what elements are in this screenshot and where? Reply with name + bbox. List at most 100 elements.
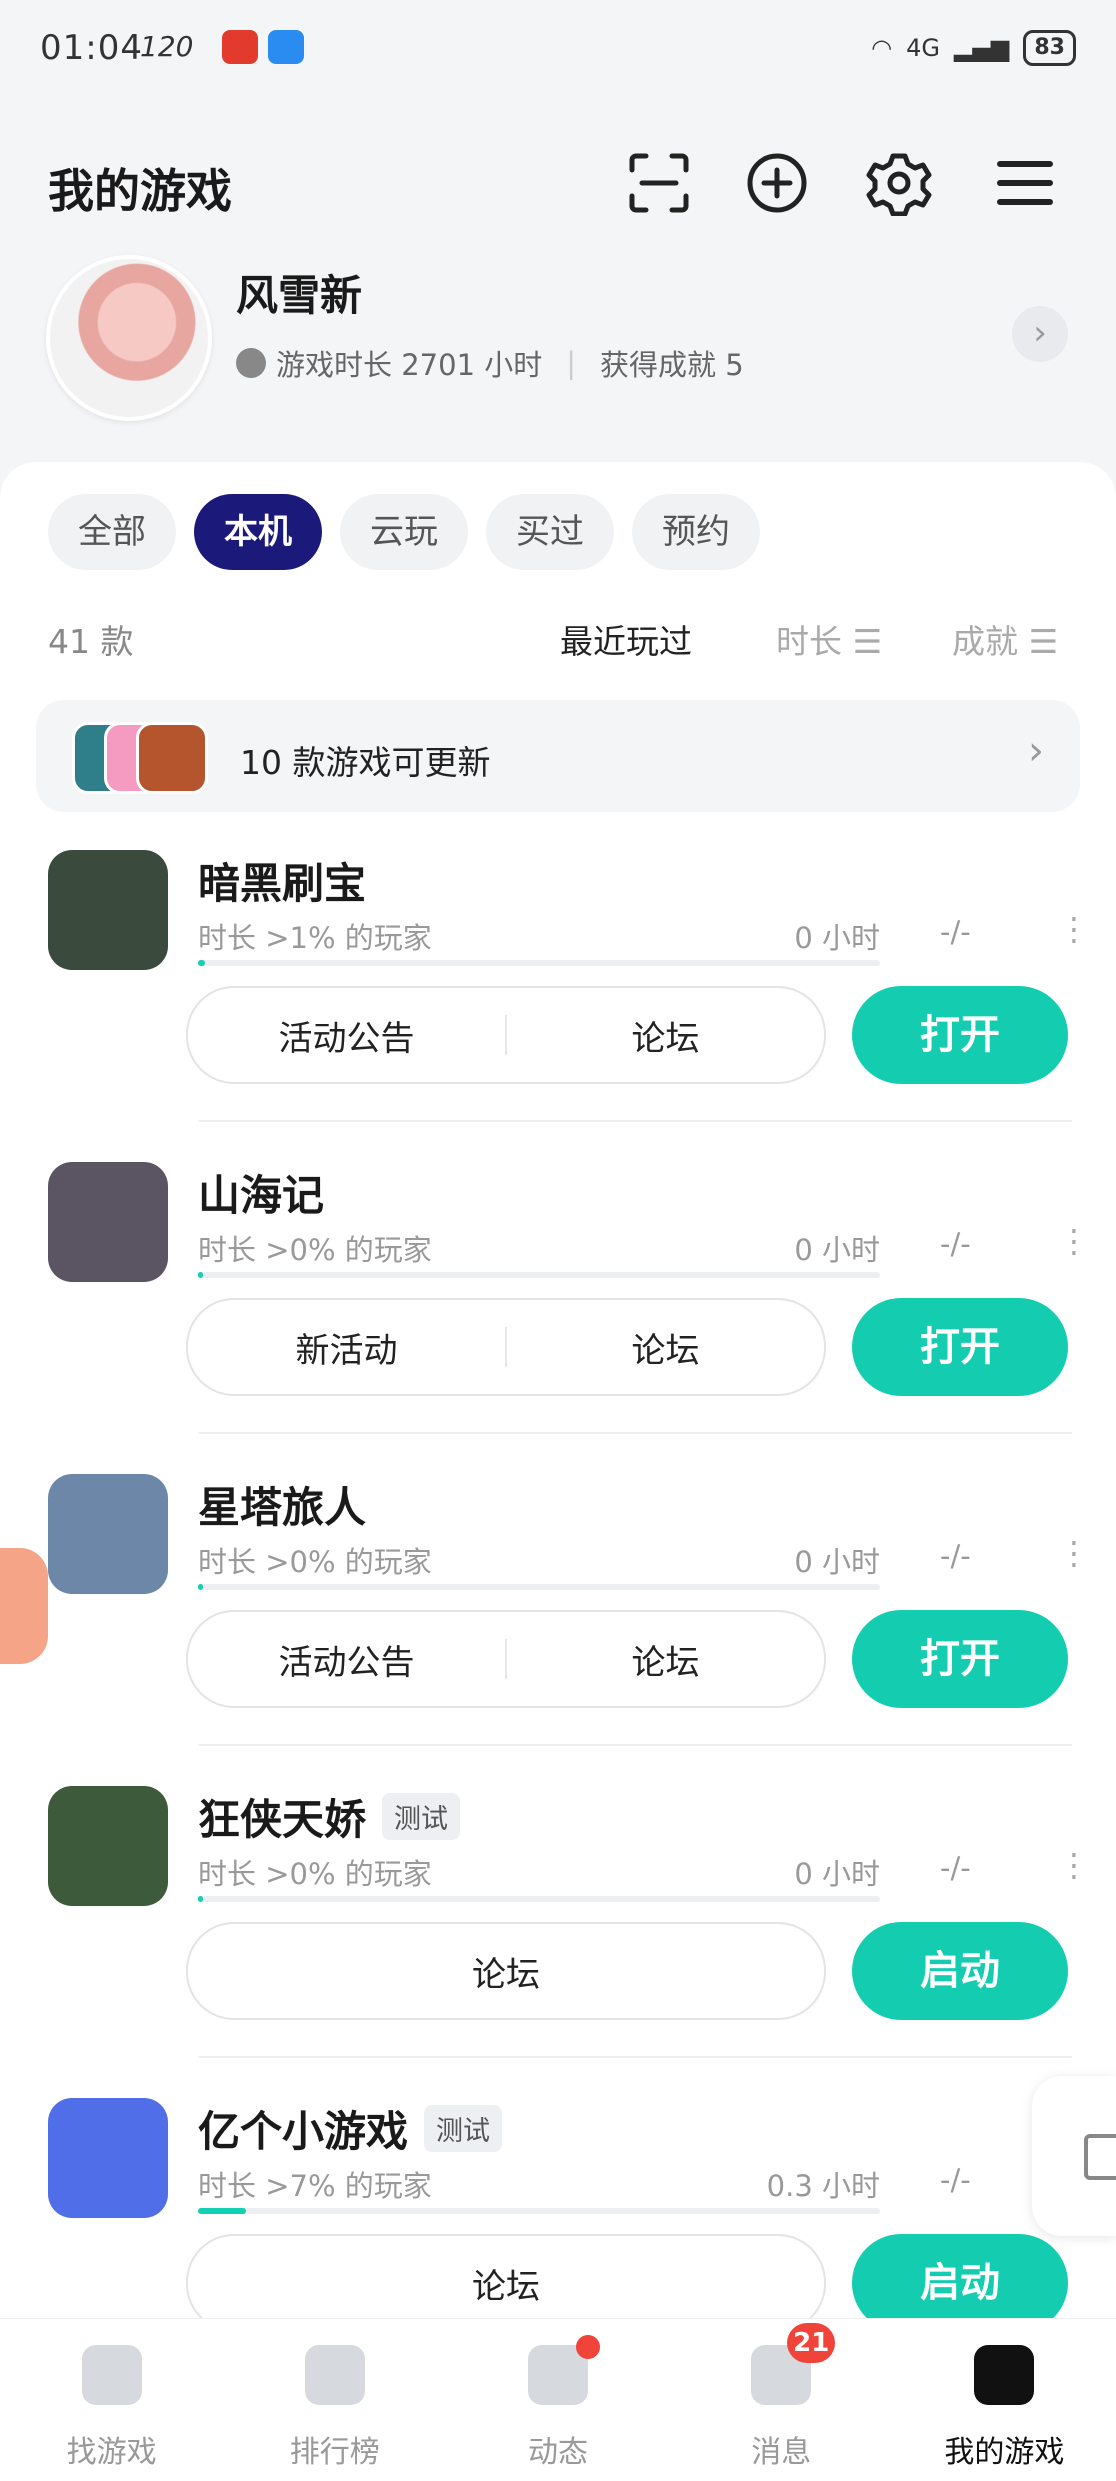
filter-purchased[interactable]: 买过 bbox=[486, 494, 614, 570]
game-achievement: -/- bbox=[940, 2163, 971, 2197]
playtime-progress bbox=[198, 1584, 880, 1590]
menu-icon[interactable] bbox=[992, 150, 1058, 216]
game-name: 山海记 bbox=[198, 1171, 325, 1220]
new-event-button[interactable]: 新活动 bbox=[188, 1323, 505, 1372]
playtime-progress bbox=[198, 960, 880, 966]
bottom-nav: 找游戏 排行榜 动态 21 消息 我的游戏 bbox=[0, 2318, 1116, 2481]
more-icon[interactable]: ⋮ bbox=[1058, 1534, 1090, 1572]
wifi-icon: ◠ bbox=[871, 34, 893, 62]
game-playtime-rank: 时长 >0% 的玩家 bbox=[198, 1545, 432, 1579]
sort-duration[interactable]: 时长 ☰ bbox=[776, 615, 882, 663]
more-icon[interactable]: ⋮ bbox=[1058, 1222, 1090, 1260]
download-float-button[interactable] bbox=[1032, 2076, 1116, 2236]
game-name: 暗黑刷宝 bbox=[198, 859, 367, 908]
update-game-thumb bbox=[136, 722, 208, 794]
open-button[interactable]: 打开 bbox=[852, 1298, 1068, 1396]
achievement-count: 获得成就 5 bbox=[600, 348, 744, 382]
nav-my-games[interactable]: 我的游戏 bbox=[893, 2319, 1116, 2481]
game-icon bbox=[48, 2098, 168, 2218]
game-row[interactable]: 山海记 时长 >0% 的玩家 0 小时 -/- ⋮ 新活动 论坛 打开 bbox=[0, 1142, 1116, 1454]
filter-local[interactable]: 本机 bbox=[194, 494, 322, 570]
game-hours: 0.3 小时 bbox=[766, 2169, 880, 2203]
divider bbox=[198, 1120, 1072, 1122]
gear-icon[interactable] bbox=[866, 150, 932, 217]
game-achievement: -/- bbox=[940, 1539, 971, 1573]
secondary-buttons: 新活动 论坛 bbox=[186, 1298, 826, 1396]
progress-fill bbox=[198, 1272, 204, 1278]
nav-label: 我的游戏 bbox=[944, 2435, 1065, 2470]
progress-fill bbox=[198, 2208, 246, 2214]
my-games-icon bbox=[974, 2345, 1035, 2405]
test-tag: 测试 bbox=[424, 2105, 503, 2152]
game-playtime-rank: 时长 >1% 的玩家 bbox=[198, 921, 432, 955]
update-text: 10 款游戏可更新 bbox=[240, 743, 491, 782]
user-name: 风雪新 bbox=[236, 271, 363, 320]
open-button[interactable]: 打开 bbox=[852, 986, 1068, 1084]
game-icon bbox=[48, 1162, 168, 1282]
progress-fill bbox=[198, 1896, 204, 1902]
game-row[interactable]: 狂侠天娇 测试 时长 >0% 的玩家 0 小时 -/- ⋮ 论坛 启动 bbox=[0, 1766, 1116, 2078]
add-circle-icon[interactable] bbox=[744, 150, 810, 216]
game-row[interactable]: 星塔旅人 时长 >0% 的玩家 0 小时 -/- ⋮ 活动公告 论坛 打开 bbox=[0, 1454, 1116, 1766]
nav-messages[interactable]: 21 消息 bbox=[670, 2319, 893, 2481]
page-title: 我的游戏 bbox=[48, 164, 232, 218]
filter-reserved[interactable]: 预约 bbox=[632, 494, 760, 570]
battery-icon: 83 bbox=[1023, 30, 1076, 66]
launch-button[interactable]: 启动 bbox=[852, 1922, 1068, 2020]
filter-cloud[interactable]: 云玩 bbox=[340, 494, 468, 570]
game-achievement: -/- bbox=[940, 1227, 971, 1261]
nav-ranking[interactable]: 排行榜 bbox=[223, 2319, 446, 2481]
divider bbox=[198, 2056, 1072, 2058]
status-time: 01:04 bbox=[40, 28, 143, 68]
floating-assistant[interactable] bbox=[0, 1548, 48, 1664]
forum-button[interactable]: 论坛 bbox=[188, 2259, 824, 2308]
test-tag: 测试 bbox=[382, 1793, 461, 1840]
secondary-buttons: 活动公告 论坛 bbox=[186, 986, 826, 1084]
divider bbox=[198, 1432, 1072, 1434]
announcement-button[interactable]: 活动公告 bbox=[188, 1635, 505, 1684]
timer-icon bbox=[236, 348, 266, 378]
forum-button[interactable]: 论坛 bbox=[188, 1947, 824, 1996]
nav-find-game[interactable]: 找游戏 bbox=[0, 2319, 223, 2481]
avatar[interactable] bbox=[46, 255, 212, 421]
filter-all[interactable]: 全部 bbox=[48, 494, 176, 570]
game-row[interactable]: 暗黑刷宝 时长 >1% 的玩家 0 小时 -/- ⋮ 活动公告 论坛 打开 bbox=[0, 830, 1116, 1142]
nav-label: 找游戏 bbox=[66, 2435, 157, 2470]
forum-button[interactable]: 论坛 bbox=[507, 1011, 824, 1060]
secondary-buttons: 活动公告 论坛 bbox=[186, 1610, 826, 1708]
forum-button[interactable]: 论坛 bbox=[507, 1323, 824, 1372]
sort-achievement[interactable]: 成就 ☰ bbox=[952, 615, 1058, 663]
game-achievement: -/- bbox=[940, 1851, 971, 1885]
playtime-progress bbox=[198, 1272, 880, 1278]
game-playtime-rank: 时长 >0% 的玩家 bbox=[198, 1233, 432, 1267]
game-name: 星塔旅人 bbox=[198, 1483, 367, 1532]
play-time: 游戏时长 2701 小时 bbox=[276, 348, 543, 382]
status-bar: 01:04 120 ◠ 4G ▂▄▆ 83 bbox=[0, 0, 1116, 100]
game-achievement: -/- bbox=[940, 915, 971, 949]
sort-recent[interactable]: 最近玩过 bbox=[560, 615, 692, 663]
notification-app-icon bbox=[222, 30, 258, 64]
playtime-progress bbox=[198, 1896, 880, 1902]
game-name: 狂侠天娇 测试 bbox=[198, 1786, 461, 1847]
camera-app-icon bbox=[268, 30, 304, 64]
more-icon[interactable]: ⋮ bbox=[1058, 910, 1090, 948]
game-hours: 0 小时 bbox=[794, 1233, 880, 1267]
forum-button[interactable]: 论坛 bbox=[507, 1635, 824, 1684]
announcement-button[interactable]: 活动公告 bbox=[188, 1011, 505, 1060]
more-icon[interactable]: ⋮ bbox=[1058, 1846, 1090, 1884]
game-icon bbox=[48, 1474, 168, 1594]
chevron-right-icon[interactable]: › bbox=[1012, 306, 1068, 362]
nav-label: 排行榜 bbox=[289, 2435, 380, 2470]
game-playtime-rank: 时长 >0% 的玩家 bbox=[198, 1857, 432, 1891]
nav-feed[interactable]: 动态 bbox=[446, 2319, 669, 2481]
update-banner[interactable]: 10 款游戏可更新 › bbox=[36, 700, 1080, 812]
scan-icon[interactable] bbox=[626, 150, 692, 216]
status-icons: ◠ 4G ▂▄▆ 83 bbox=[871, 30, 1076, 66]
download-icon bbox=[1084, 2134, 1116, 2180]
game-hours: 0 小时 bbox=[794, 921, 880, 955]
game-icon bbox=[48, 850, 168, 970]
playtime-progress bbox=[198, 2208, 880, 2214]
open-button[interactable]: 打开 bbox=[852, 1610, 1068, 1708]
user-stats: 游戏时长 2701 小时 | 获得成就 5 bbox=[236, 342, 744, 384]
game-playtime-rank: 时长 >7% 的玩家 bbox=[198, 2169, 432, 2203]
